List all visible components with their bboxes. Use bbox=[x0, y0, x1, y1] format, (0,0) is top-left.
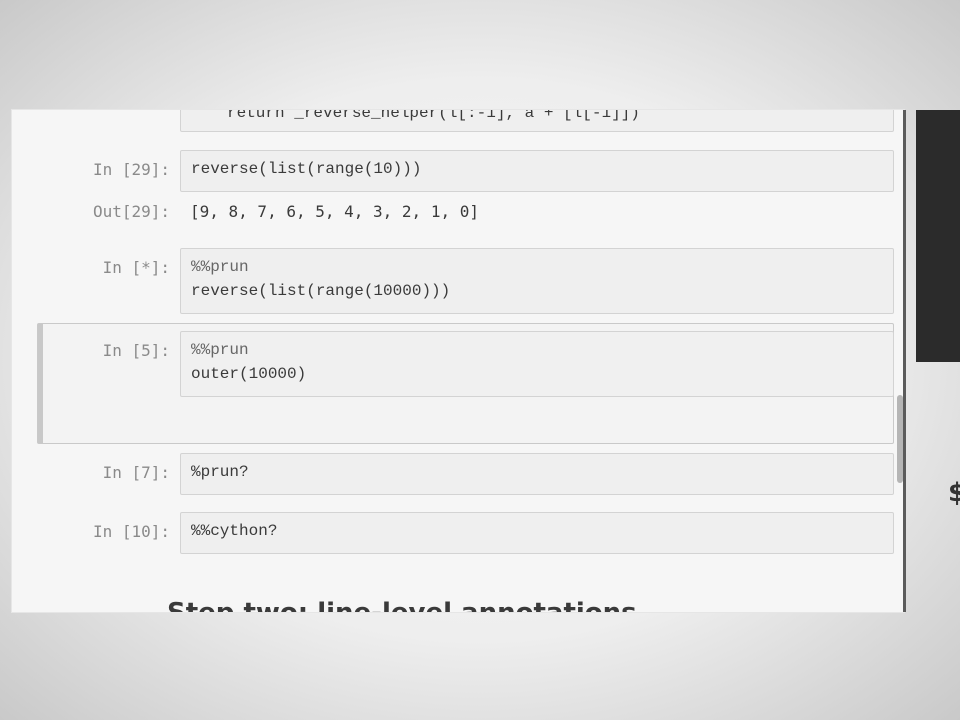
cell-29-input[interactable]: reverse(list(range(10))) bbox=[180, 150, 894, 192]
cell-star-code: reverse(list(range(10000))) bbox=[191, 282, 451, 300]
cell-5-magic: %%prun bbox=[191, 341, 249, 359]
input-prompt-star: In [*]: bbox=[102, 258, 170, 277]
cell-in-5[interactable]: In [5]: %%prun outer(10000) bbox=[32, 331, 894, 397]
cell-in-7[interactable]: In [7]: %prun? bbox=[32, 453, 894, 495]
cell-7-input[interactable]: %prun? bbox=[180, 453, 894, 495]
cell-in-10[interactable]: In [10]: %%cython? bbox=[32, 512, 894, 554]
input-prompt-10: In [10]: bbox=[92, 522, 170, 541]
cell-star-magic: %%prun bbox=[191, 258, 249, 276]
cell-in-29[interactable]: In [29]: reverse(list(range(10))) Out[29… bbox=[32, 150, 894, 230]
prev-cell-input[interactable]: return _reverse_helper(l[:-1], a + [l[-1… bbox=[180, 110, 894, 132]
cell-7-code: %prun? bbox=[191, 463, 249, 481]
section-heading: Step two: line-level annotations bbox=[167, 598, 637, 612]
scrollbar-track[interactable] bbox=[903, 110, 906, 612]
cell-29-output: [9, 8, 7, 6, 5, 4, 3, 2, 1, 0] bbox=[190, 202, 479, 221]
side-panel bbox=[916, 110, 960, 362]
cell-29-code: reverse(list(range(10))) bbox=[191, 160, 422, 178]
side-panel-glyph: $ bbox=[948, 478, 960, 508]
notebook-area: return _reverse_helper(l[:-1], a + [l[-1… bbox=[12, 110, 904, 612]
input-prompt-5: In [5]: bbox=[102, 341, 170, 360]
prev-cell-code: return _reverse_helper(l[:-1], a + [l[-1… bbox=[227, 110, 640, 122]
cell-star-input[interactable]: %%prun reverse(list(range(10000))) bbox=[180, 248, 894, 314]
output-prompt-29: Out[29]: bbox=[92, 202, 170, 221]
cell-10-code: %%cython? bbox=[191, 522, 278, 540]
cell-10-input[interactable]: %%cython? bbox=[180, 512, 894, 554]
cell-5-code: outer(10000) bbox=[191, 365, 307, 383]
input-prompt-7: In [7]: bbox=[102, 463, 170, 482]
input-prompt-29: In [29]: bbox=[92, 160, 170, 179]
cell-5-input[interactable]: %%prun outer(10000) bbox=[180, 331, 894, 397]
scrollbar-thumb-icon[interactable] bbox=[897, 395, 903, 483]
cell-in-star[interactable]: In [*]: %%prun reverse(list(range(10000)… bbox=[32, 248, 894, 314]
